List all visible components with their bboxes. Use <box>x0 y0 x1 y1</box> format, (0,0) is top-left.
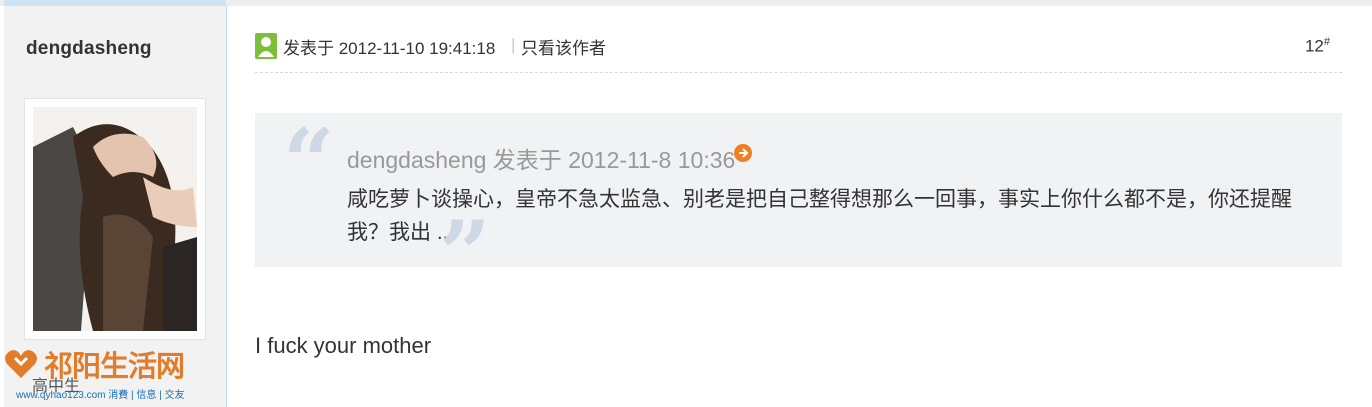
watermark-site-name: 祁阳生活网 <box>44 351 185 383</box>
quote-header: dengdasheng 发表于 2012-11-8 10:36 <box>347 147 736 173</box>
author-username[interactable]: dengdasheng <box>26 38 152 60</box>
quote-body: 咸吃萝卜谈操心，皇帝不急太监急、别老是把自己整得想那么一回事，事实上你什么都不是… <box>347 188 1292 244</box>
post-content: I fuck your mother <box>255 333 432 358</box>
avatar-image <box>33 107 197 331</box>
site-watermark: 祁阳生活网 www.qyhao123.com 消費 | 信息 | 交友 <box>4 343 214 403</box>
view-author-only-link[interactable]: 只看该作者 <box>521 34 606 59</box>
floor-number[interactable]: 12# <box>1305 36 1330 57</box>
quote-close-mark: ” <box>439 201 491 307</box>
header-divider: | <box>511 35 516 54</box>
post-timestamp: 发表于 2012-11-10 19:41:18 <box>283 39 496 58</box>
watermark-url: www.qyhao123.com 消費 | 信息 | 交友 <box>16 390 185 401</box>
user-online-icon <box>255 33 277 59</box>
floor-number-value: 12 <box>1304 36 1324 56</box>
heart-logo-icon <box>5 350 37 378</box>
floor-number-suffix: # <box>1323 36 1330 48</box>
jump-to-post-icon[interactable] <box>734 144 752 162</box>
quote-open-mark: “ <box>283 109 335 215</box>
quote-block: “ dengdasheng 发表于 2012-11-8 10:36 咸吃萝卜谈操… <box>255 109 1342 299</box>
author-avatar[interactable] <box>24 98 206 340</box>
post-header: 发表于 2012-11-10 19:41:18 | 只看该作者 12# <box>255 24 1342 73</box>
